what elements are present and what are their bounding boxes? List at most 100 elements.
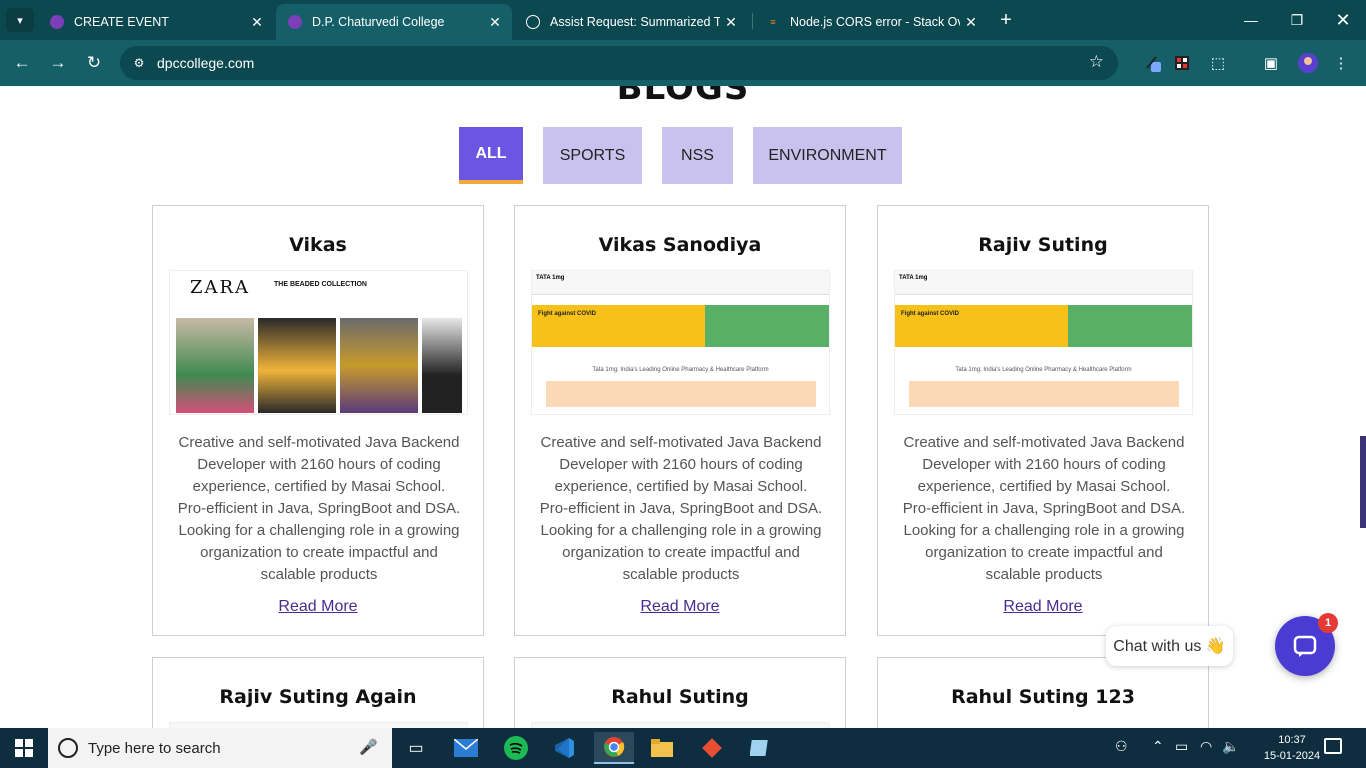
- tab-assist-request[interactable]: Assist Request: Summarized Title ✕: [514, 4, 748, 40]
- blog-card-image: TATA 1mg Fight against COVID Tata 1mg: I…: [531, 270, 830, 415]
- task-view-icon[interactable]: ▭: [396, 732, 436, 764]
- chatgpt-icon: [526, 15, 540, 29]
- search-placeholder: Type here to search: [88, 740, 221, 757]
- filter-all-button[interactable]: ALL: [459, 127, 523, 184]
- tab-title: CREATE EVENT: [74, 15, 169, 29]
- people-icon[interactable]: ⚇: [1115, 738, 1128, 755]
- profile-avatar[interactable]: [1297, 52, 1319, 74]
- extensions-puzzle-icon[interactable]: ⬚: [1207, 52, 1229, 74]
- tab-title: Assist Request: Summarized Title: [550, 15, 720, 29]
- filter-nss-button[interactable]: NSS: [662, 127, 733, 184]
- blog-card: Vikas Sanodiya TATA 1mg Fight against CO…: [514, 205, 846, 636]
- vscode-app-icon[interactable]: [544, 732, 584, 764]
- taskbar-search-box[interactable]: Type here to search 🎤: [48, 728, 392, 768]
- chat-unread-badge: 1: [1318, 613, 1338, 633]
- microphone-icon[interactable]: 🎤: [359, 738, 378, 756]
- product-photo: [176, 318, 254, 413]
- clock-time: 10:37: [1278, 734, 1306, 746]
- close-tab-icon[interactable]: ✕: [484, 14, 506, 31]
- page-scrollbar[interactable]: [1360, 436, 1366, 528]
- close-window-icon[interactable]: ✕: [1320, 0, 1366, 40]
- blog-card-description: Creative and self-motivated Java Backend…: [539, 434, 823, 583]
- spotify-app-icon[interactable]: [496, 732, 536, 764]
- mail-app-icon[interactable]: [446, 732, 486, 764]
- blog-card-title: Vikas: [289, 234, 347, 256]
- close-tab-icon[interactable]: ✕: [960, 14, 982, 31]
- url-text[interactable]: dpccollege.com: [157, 55, 254, 71]
- blog-card: Rahul Suting 123: [877, 657, 1209, 728]
- site-info-icon[interactable]: ⚙: [130, 54, 148, 72]
- page-title: BLOGS: [616, 86, 750, 108]
- browser-toolbar: ← → ↻ ⚙ dpccollege.com ☆ ⬚ ▣ ⋮: [0, 40, 1366, 86]
- tata-tagline: Tata 1mg: India's Leading Online Pharmac…: [592, 367, 769, 373]
- file-explorer-icon[interactable]: [642, 732, 682, 764]
- windows-taskbar: Type here to search 🎤 ▭ ⚇ ⌃ ▭ ◠ 🔈 10:37 …: [0, 728, 1366, 768]
- tab-create-event[interactable]: CREATE EVENT ✕: [38, 4, 274, 40]
- blog-card-title: Rajiv Suting: [978, 234, 1108, 256]
- notepad-app-icon[interactable]: [740, 732, 780, 764]
- bookmark-star-icon[interactable]: ☆: [1089, 52, 1104, 72]
- site-favicon-icon: [50, 15, 64, 29]
- volume-icon[interactable]: 🔈: [1222, 738, 1239, 755]
- new-tab-icon[interactable]: +: [994, 8, 1018, 32]
- blog-card: Rajiv Suting Again: [152, 657, 484, 728]
- browser-menu-icon[interactable]: ⋮: [1330, 52, 1352, 74]
- git-app-icon[interactable]: [692, 732, 732, 764]
- tab-search-icon[interactable]: ▾: [6, 8, 34, 32]
- blog-card-title: Rahul Suting 123: [951, 686, 1135, 708]
- extension-grid-icon[interactable]: [1171, 52, 1193, 74]
- blog-card-title: Rajiv Suting Again: [219, 686, 417, 708]
- windows-start-icon[interactable]: [0, 728, 48, 768]
- blog-card-image: TATA 1mg Fight against COVID Tata 1mg: I…: [894, 270, 1193, 415]
- tata-banner-text: Fight against COVID: [901, 311, 960, 317]
- blog-card-image: ZARA THE BEADED COLLECTION: [169, 270, 468, 415]
- filter-environment-button[interactable]: ENVIRONMENT: [753, 127, 902, 184]
- battery-icon[interactable]: ▭: [1175, 738, 1188, 755]
- chrome-app-icon[interactable]: [594, 732, 634, 764]
- product-photo: [340, 318, 418, 413]
- product-photo: [258, 318, 336, 413]
- tab-separator: [752, 13, 753, 29]
- browser-tabstrip: ▾ CREATE EVENT ✕ D.P. Chaturvedi College…: [0, 0, 1366, 40]
- blog-card: Rahul Suting: [514, 657, 846, 728]
- tata-brand: TATA 1mg: [536, 275, 565, 281]
- clock-date: 15-01-2024: [1263, 750, 1321, 762]
- blog-card: Vikas ZARA THE BEADED COLLECTION Creativ…: [152, 205, 484, 636]
- read-more-link[interactable]: Read More: [153, 598, 483, 616]
- side-panel-icon[interactable]: ▣: [1260, 52, 1282, 74]
- notification-center-icon[interactable]: [1324, 738, 1342, 754]
- stackoverflow-icon: ≡: [770, 17, 776, 27]
- blog-card-title: Rahul Suting: [611, 686, 749, 708]
- wifi-icon[interactable]: ◠: [1200, 738, 1212, 755]
- read-more-link[interactable]: Read More: [515, 598, 845, 616]
- taskbar-clock[interactable]: 10:37 15-01-2024: [1262, 732, 1322, 764]
- tab-dpc-college[interactable]: D.P. Chaturvedi College ✕: [276, 4, 512, 40]
- tata-brand: TATA 1mg: [899, 275, 928, 281]
- extension-pen-icon[interactable]: [1142, 52, 1164, 74]
- close-tab-icon[interactable]: ✕: [720, 14, 742, 31]
- show-hidden-icons[interactable]: ⌃: [1152, 738, 1164, 755]
- tab-title: Node.js CORS error - Stack Overflow: [790, 15, 960, 29]
- reload-icon[interactable]: ↻: [81, 50, 107, 76]
- tab-title: D.P. Chaturvedi College: [312, 15, 445, 29]
- tab-stackoverflow[interactable]: ≡ Node.js CORS error - Stack Overflow ✕: [754, 4, 988, 40]
- blog-card: Rajiv Suting TATA 1mg Fight against COVI…: [877, 205, 1209, 636]
- tata-banner-text: Fight against COVID: [538, 311, 597, 317]
- back-icon[interactable]: ←: [9, 50, 35, 76]
- address-bar[interactable]: ⚙ dpccollege.com ☆: [120, 46, 1118, 80]
- site-favicon-icon: [288, 15, 302, 29]
- tata-tagline: Tata 1mg: India's Leading Online Pharmac…: [955, 367, 1132, 373]
- close-tab-icon[interactable]: ✕: [246, 14, 268, 31]
- blog-card-description: Creative and self-motivated Java Backend…: [177, 434, 461, 583]
- zara-logo: ZARA: [190, 277, 251, 298]
- forward-icon[interactable]: →: [45, 50, 71, 76]
- product-photo: [422, 318, 462, 413]
- blog-card-title: Vikas Sanodiya: [598, 234, 762, 256]
- chat-icon: [1293, 635, 1317, 657]
- filter-sports-button[interactable]: SPORTS: [543, 127, 642, 184]
- restore-icon[interactable]: ❐: [1274, 0, 1320, 40]
- chat-prompt-bubble[interactable]: Chat with us 👋: [1106, 626, 1233, 666]
- read-more-link[interactable]: Read More: [878, 598, 1208, 616]
- blog-card-description: Creative and self-motivated Java Backend…: [902, 434, 1186, 583]
- minimize-icon[interactable]: —: [1228, 0, 1274, 40]
